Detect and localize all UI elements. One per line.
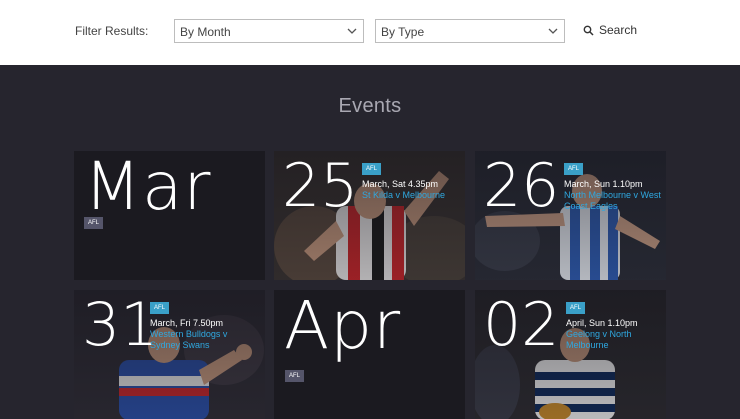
month-tile-mar: Mar AFL	[74, 151, 265, 280]
month-select[interactable]: By Month	[174, 19, 364, 43]
event-match-link[interactable]: St Kilda v Melbourne	[362, 190, 465, 201]
filter-label: Filter Results:	[75, 24, 149, 38]
chevron-down-icon	[347, 28, 357, 34]
filter-bar: Filter Results: By Month By Type Search	[0, 0, 740, 65]
event-day: 31	[82, 290, 159, 360]
category-tag: AFL	[84, 217, 104, 229]
type-select-value: By Type	[381, 25, 425, 39]
category-tag: AFL	[564, 163, 584, 175]
month-tile-apr: Apr AFL	[274, 290, 465, 419]
event-tile[interactable]: 26 AFL March, Sun 1.10pm North Melbourne…	[475, 151, 666, 280]
event-datetime: March, Fri 7.50pm	[150, 318, 224, 328]
month-name: Apr	[284, 290, 402, 364]
events-title: Events	[338, 95, 402, 117]
event-datetime: April, Sun 1.10pm	[566, 318, 638, 328]
event-tile[interactable]: 25 AFL March, Sat 4.35pm St Kilda v Melb…	[274, 151, 465, 280]
search-label: Search	[599, 23, 638, 37]
event-tile[interactable]: 31 AFL March, Fri 7.50pm Western Bulldog…	[74, 290, 265, 419]
event-tile[interactable]: 02 AFL April, Sun 1.10pm Geelong v North…	[475, 290, 666, 419]
event-match-link[interactable]: Geelong v North Melbourne	[566, 329, 666, 351]
category-tag: AFL	[285, 370, 305, 382]
event-datetime: March, Sun 1.10pm	[564, 179, 643, 189]
search-icon	[583, 25, 594, 36]
chevron-down-icon	[548, 28, 558, 34]
event-match-link[interactable]: Western Bulldogs v Sydney Swans	[150, 329, 255, 351]
month-name: Mar	[84, 151, 212, 225]
month-select-value: By Month	[180, 25, 231, 39]
event-day: 25	[282, 151, 359, 221]
event-day: 26	[483, 151, 560, 221]
category-tag: AFL	[150, 302, 170, 314]
event-match-link[interactable]: North Melbourne v West Coast Eagles	[564, 190, 666, 212]
category-tag: AFL	[566, 302, 586, 314]
category-tag: AFL	[362, 163, 382, 175]
type-select[interactable]: By Type	[375, 19, 565, 43]
event-datetime: March, Sat 4.35pm	[362, 179, 439, 189]
event-day: 02	[483, 290, 560, 360]
